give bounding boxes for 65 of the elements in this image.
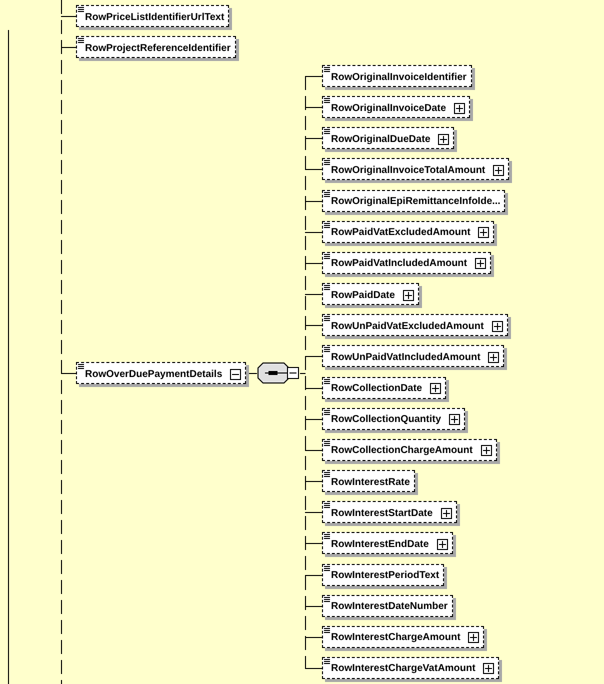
element-box[interactable]: RowOriginalDueDate [322,127,454,150]
expand-icon[interactable] [449,414,460,426]
lines-icon [78,38,84,43]
element-box[interactable]: RowPaidVatIncludedAmount [322,252,492,274]
lines-icon [324,440,330,446]
element-box[interactable]: RowInterestChargeAmount [322,626,484,648]
expand-icon[interactable] [475,258,486,270]
lines-icon [324,628,330,633]
expand-icon[interactable] [493,164,504,176]
lines-icon [324,129,330,134]
expand-icon[interactable] [483,663,494,674]
element-box[interactable]: RowCollectionChargeAmount [322,438,497,461]
lines-icon [324,534,330,540]
lines-icon [324,254,330,259]
collapse-icon[interactable] [230,368,242,380]
lines-icon [324,347,330,352]
element-box[interactable]: RowInterestRate [322,470,415,492]
sequence-icon[interactable] [256,362,302,385]
lines-icon [324,285,330,290]
element-box[interactable]: RowInterestEndDate [322,532,453,554]
expand-icon[interactable] [430,383,442,394]
expand-icon[interactable] [488,352,500,363]
element-box[interactable]: RowUnPaidVatIncludedAmount [322,345,504,368]
lines-icon [324,160,330,166]
element-box[interactable]: RowUnPaidVatExcludedAmount [322,314,508,336]
expand-icon[interactable] [438,134,450,145]
lines-icon [324,596,330,602]
element-box[interactable]: RowCollectionQuantity [322,408,465,430]
element-box[interactable]: RowOriginalInvoiceTotalAmount [322,158,510,180]
expand-icon[interactable] [402,290,414,301]
expand-icon[interactable] [478,227,490,238]
element-box[interactable]: RowProjectReferenceIdentifier [76,36,236,58]
element-box[interactable]: RowPriceListIdentifierUrlText [76,5,230,27]
element-box[interactable]: RowOriginalInvoiceIdentifier [322,65,472,87]
lines-icon [324,192,330,197]
element-box[interactable]: RowInterestDateNumber [322,594,453,617]
lines-icon [324,410,330,415]
lines-icon [324,98,330,104]
connector-line [60,47,76,48]
lines-icon [324,503,330,508]
lines-icon [324,222,330,228]
element-box[interactable]: RowPaidDate [322,283,419,306]
expand-icon[interactable] [492,320,503,332]
element-box[interactable]: RowInterestChargeVatAmount [322,656,500,679]
element-box[interactable]: RowInterestStartDate [322,501,457,524]
lines-icon [324,566,330,570]
expand-icon[interactable] [468,632,480,644]
expand-icon[interactable] [454,102,466,114]
lines-icon [78,364,84,369]
expand-icon[interactable] [440,508,452,519]
lines-icon [324,67,330,72]
lines-icon [78,7,84,12]
element-box[interactable]: RowOverDuePaymentDetails [76,362,246,384]
expand-icon[interactable] [436,538,448,550]
lines-icon [324,658,330,664]
lines-icon [324,378,330,384]
element-box[interactable]: RowCollectionDate [322,376,446,399]
expand-icon[interactable] [480,445,492,456]
element-box[interactable]: RowOriginalEpiRemittanceInfoIde... [322,190,506,212]
element-box[interactable]: RowOriginalInvoiceDate [322,96,470,118]
lines-icon [324,472,330,478]
lines-icon [324,316,330,322]
connector-line [60,373,76,374]
element-box[interactable]: RowPaidVatExcludedAmount [322,220,494,243]
connector-line [60,16,76,17]
